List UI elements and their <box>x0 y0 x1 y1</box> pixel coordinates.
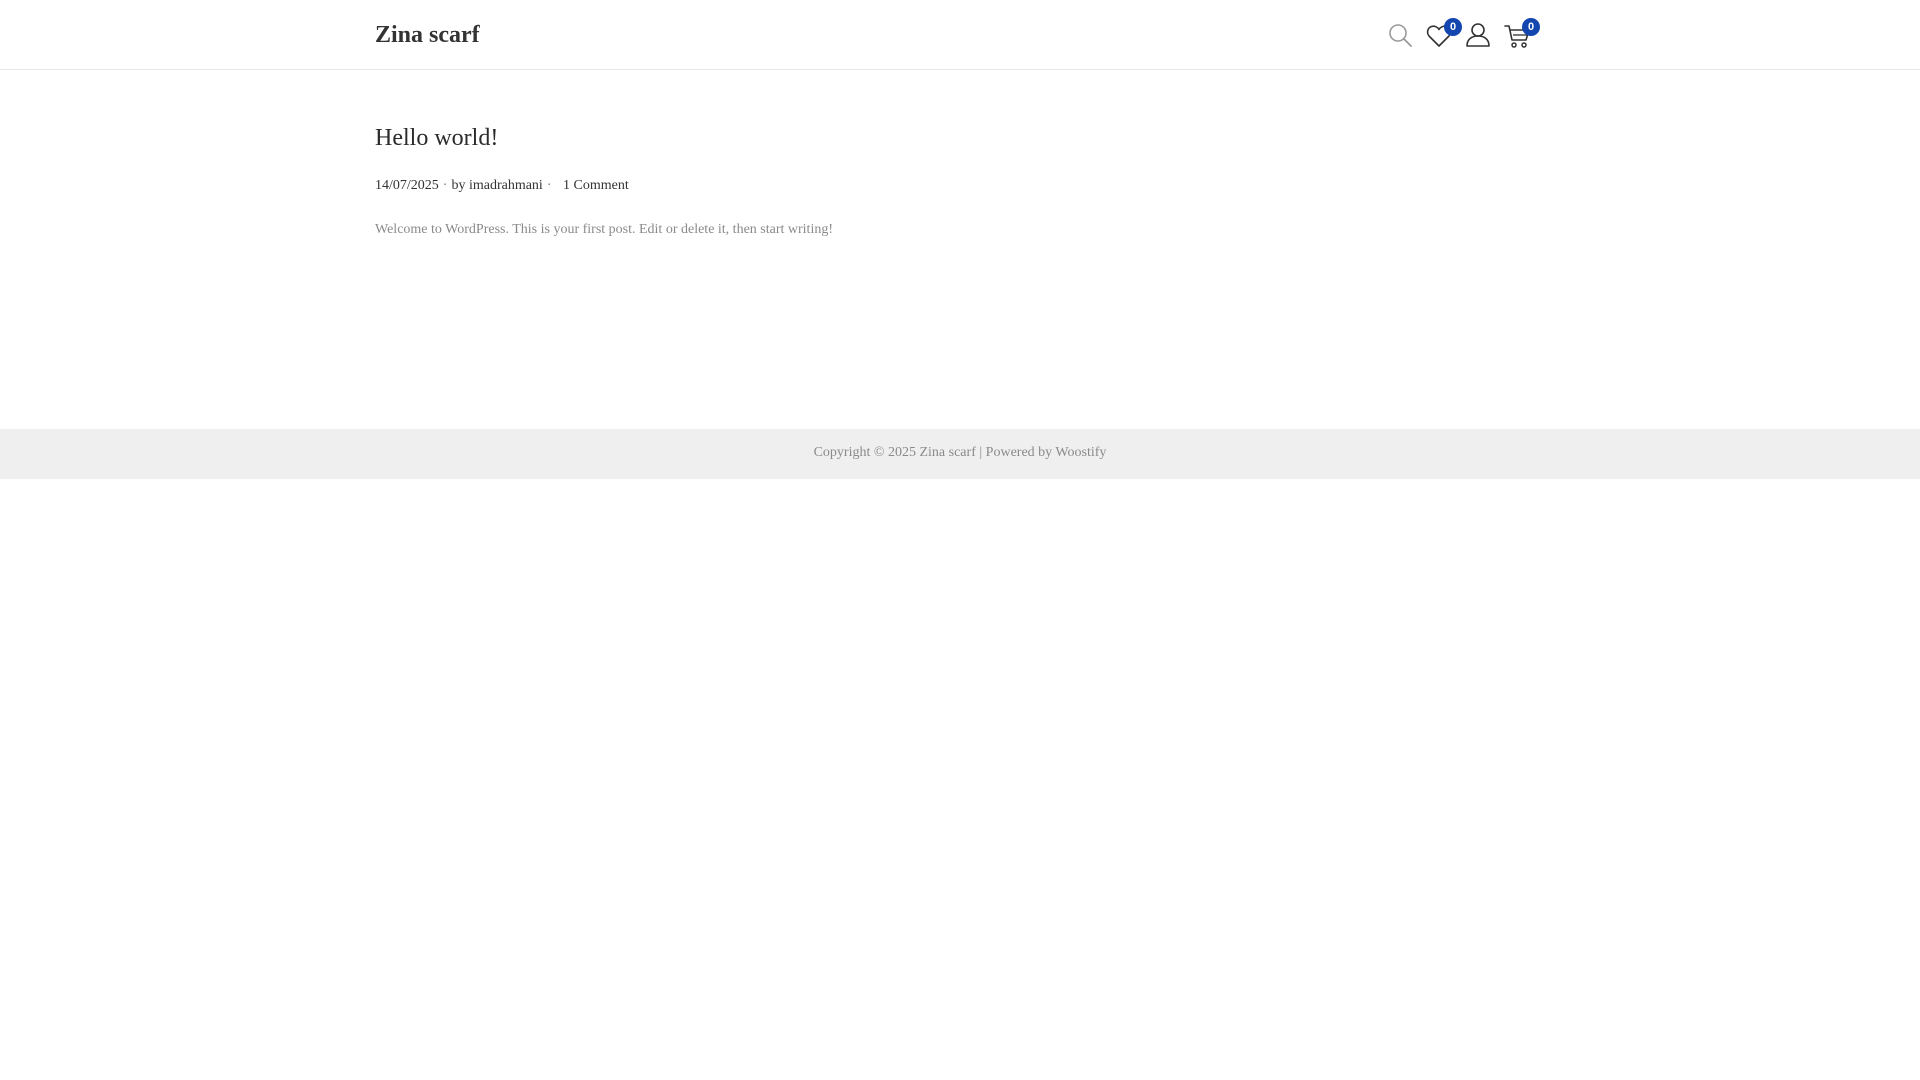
post-meta: 14/07/2025 · by imadrahmani · 1 Comment <box>375 178 629 194</box>
meta-separator: · <box>546 178 552 193</box>
post-title[interactable]: Hello world! <box>375 118 1545 158</box>
post-by-label: by <box>451 178 466 193</box>
meta-separator: · <box>442 178 448 193</box>
post-article: Hello world! 14/07/2025 · by imadrahmani · … <box>375 118 1545 237</box>
main-content: Hello world! 14/07/2025 · by imadrahmani · … <box>375 118 1545 237</box>
cart-count-badge: 0 <box>1522 18 1540 36</box>
user-icon <box>1466 23 1490 47</box>
account-button[interactable] <box>1464 18 1494 52</box>
wishlist-button[interactable]: 0 <box>1425 18 1462 52</box>
post-author-link[interactable]: imadrahmani <box>469 178 543 193</box>
site-title-link[interactable]: Zina scarf <box>375 20 480 50</box>
footer-divider: | <box>979 445 983 460</box>
footer-powered-label: Powered by <box>985 445 1053 460</box>
cart-button[interactable]: 0 <box>1503 18 1540 52</box>
wishlist-count-badge: 0 <box>1444 18 1462 36</box>
search-icon[interactable] <box>1386 18 1416 52</box>
footer-woostify-link[interactable]: Woostify <box>1055 445 1106 460</box>
footer-copyright: Copyright © 2025 Zina scarf <box>813 445 976 460</box>
post-comments-link[interactable]: 1 Comment <box>563 178 629 193</box>
post-date-link[interactable]: 14/07/2025 <box>375 178 439 193</box>
site-header: Zina scarf 0 0 <box>0 0 1920 70</box>
post-excerpt: Welcome to WordPress. This is your first… <box>375 222 833 237</box>
site-footer: Copyright © 2025 Zina scarf | Powered by… <box>0 429 1920 479</box>
